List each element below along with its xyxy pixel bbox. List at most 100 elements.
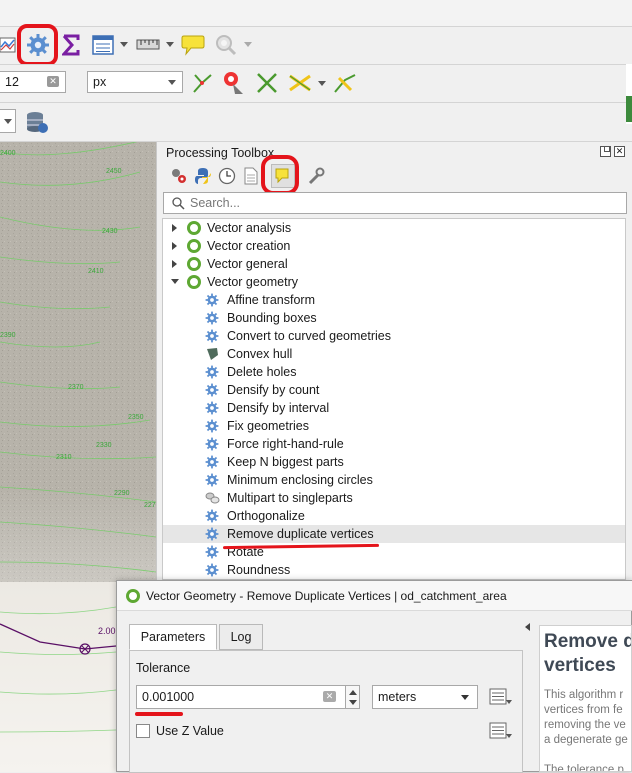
chevron-down-icon[interactable]: [244, 42, 252, 47]
toolbar-analysis: [0, 24, 632, 66]
panel-title: Processing Toolbox: [166, 146, 275, 160]
chevron-down-icon[interactable]: [166, 42, 174, 47]
statistics-sigma-icon[interactable]: [60, 31, 82, 59]
algorithm-label: Densify by count: [227, 383, 320, 397]
tree-group-vector-analysis[interactable]: Vector analysis: [163, 219, 625, 237]
gear-icon: [205, 545, 219, 559]
spin-down-icon[interactable]: [349, 700, 357, 705]
contour-label: 2410: [88, 268, 104, 275]
clear-icon[interactable]: ✕: [47, 76, 59, 87]
tree-algorithm-item[interactable]: Bounding boxes: [163, 309, 625, 327]
options-wrench-icon[interactable]: [306, 166, 326, 186]
snapping-tolerance-field[interactable]: 12 ✕: [0, 71, 66, 93]
tree-algorithm-item[interactable]: Multipart to singleparts: [163, 489, 625, 507]
tolerance-spinner[interactable]: [346, 685, 360, 709]
expand-icon[interactable]: [172, 242, 177, 250]
spin-up-icon[interactable]: [349, 690, 357, 695]
collapse-icon[interactable]: [171, 279, 179, 284]
avoid-overlap-icon[interactable]: [254, 70, 280, 96]
tree-group-vector-creation[interactable]: Vector creation: [163, 237, 625, 255]
measure-icon[interactable]: [135, 32, 161, 58]
chevron-down-icon[interactable]: [120, 42, 128, 47]
tree-group-label: Vector creation: [207, 239, 291, 253]
data-defined-override-icon[interactable]: [488, 719, 514, 743]
help-text-line: The tolerance p: [544, 764, 624, 772]
gear-icon: [205, 401, 219, 415]
results-viewer-icon[interactable]: [241, 166, 261, 186]
snapping-tolerance-value: 12: [5, 75, 19, 89]
dialog-titlebar: Vector Geometry - Remove Duplicate Verti…: [117, 581, 632, 611]
zoom-settings-icon[interactable]: [213, 32, 239, 58]
tree-algorithm-item[interactable]: Minimum enclosing circles: [163, 471, 625, 489]
help-description: This algorithm r vertices from fe removi…: [544, 688, 628, 748]
python-scripts-icon[interactable]: [193, 166, 213, 186]
contour-label: 2400: [0, 150, 16, 157]
expand-icon[interactable]: [172, 260, 177, 268]
algorithm-label: Multipart to singleparts: [227, 491, 353, 505]
algorithm-tree[interactable]: Vector analysis Vector creation Vector g…: [162, 218, 626, 580]
tree-algorithm-item[interactable]: Keep N biggest parts: [163, 453, 625, 471]
snapping-units-value: px: [93, 75, 107, 89]
tree-algorithm-item[interactable]: Densify by interval: [163, 399, 625, 417]
tree-algorithm-item[interactable]: Convex hull: [163, 345, 625, 363]
database-icon[interactable]: [24, 109, 50, 135]
contour-label: 2310: [56, 454, 72, 461]
tree-algorithm-item[interactable]: Force right-hand-rule: [163, 435, 625, 453]
algorithm-label: Roundness: [227, 563, 291, 577]
layer-styling-icon[interactable]: [0, 33, 16, 57]
data-defined-override-icon[interactable]: [488, 685, 514, 709]
tree-algorithm-item[interactable]: Remove duplicate vertices: [163, 525, 625, 543]
chevron-down-icon: [4, 119, 12, 124]
algorithm-label: Minimum enclosing circles: [227, 473, 373, 487]
float-panel-icon[interactable]: [600, 146, 611, 157]
tree-algorithm-item[interactable]: Affine transform: [163, 291, 625, 309]
tree-algorithm-item[interactable]: Roundness: [163, 561, 625, 579]
partial-select[interactable]: [0, 109, 16, 133]
tree-algorithm-item[interactable]: Fix geometries: [163, 417, 625, 435]
gear-icon: [205, 455, 219, 469]
close-panel-icon[interactable]: ✕: [614, 146, 625, 157]
collapse-help-icon[interactable]: [525, 623, 530, 631]
tree-algorithm-item[interactable]: Densify by count: [163, 381, 625, 399]
partial-panel-accent: [626, 96, 632, 122]
snap-intersection-icon[interactable]: [190, 71, 214, 95]
tolerance-input[interactable]: 0.001000 ✕: [136, 685, 346, 709]
topological-editing-icon[interactable]: [220, 69, 248, 97]
tree-algorithm-item[interactable]: Delete holes: [163, 363, 625, 381]
self-snapping-icon[interactable]: [332, 70, 358, 96]
contour-label: 2350: [128, 414, 144, 421]
tree-algorithm-item[interactable]: Convert to curved geometries: [163, 327, 625, 345]
qgis-logo-icon: [187, 239, 201, 253]
chevron-down-icon: [168, 80, 176, 85]
use-z-checkbox[interactable]: [136, 724, 150, 738]
tab-parameters[interactable]: Parameters: [129, 624, 217, 650]
algorithm-label: Orthogonalize: [227, 509, 305, 523]
expand-icon[interactable]: [172, 224, 177, 232]
gear-icon: [205, 365, 219, 379]
history-clock-icon[interactable]: [217, 166, 237, 186]
gear-icon: [205, 473, 219, 487]
search-input[interactable]: Search...: [163, 192, 627, 214]
map-tips-icon[interactable]: [180, 31, 206, 59]
contour-label: 2450: [106, 168, 122, 175]
tree-group-label: Vector geometry: [207, 275, 299, 289]
contour-label: 2270: [144, 502, 156, 509]
models-icon[interactable]: [169, 166, 189, 186]
units-select[interactable]: meters: [372, 685, 478, 709]
clear-icon[interactable]: ✕: [323, 691, 336, 702]
toolbar-snapping: 12 ✕ px: [0, 65, 632, 101]
tree-algorithm-item[interactable]: Orthogonalize: [163, 507, 625, 525]
snapping-units-select[interactable]: px: [87, 71, 183, 93]
trace-icon[interactable]: [287, 70, 313, 96]
algorithm-label: Force right-hand-rule: [227, 437, 344, 451]
chevron-down-icon[interactable]: [318, 81, 326, 86]
gear-icon: [205, 527, 219, 541]
qgis-logo-icon: [187, 221, 201, 235]
attribute-table-icon[interactable]: [91, 32, 115, 58]
algorithm-label: Keep N biggest parts: [227, 455, 344, 469]
search-icon: [172, 197, 185, 210]
map-canvas-lower[interactable]: 2.00: [0, 582, 116, 772]
tab-log[interactable]: Log: [219, 624, 263, 650]
tree-group-vector-geometry[interactable]: Vector geometry: [163, 273, 625, 291]
tree-group-vector-general[interactable]: Vector general: [163, 255, 625, 273]
